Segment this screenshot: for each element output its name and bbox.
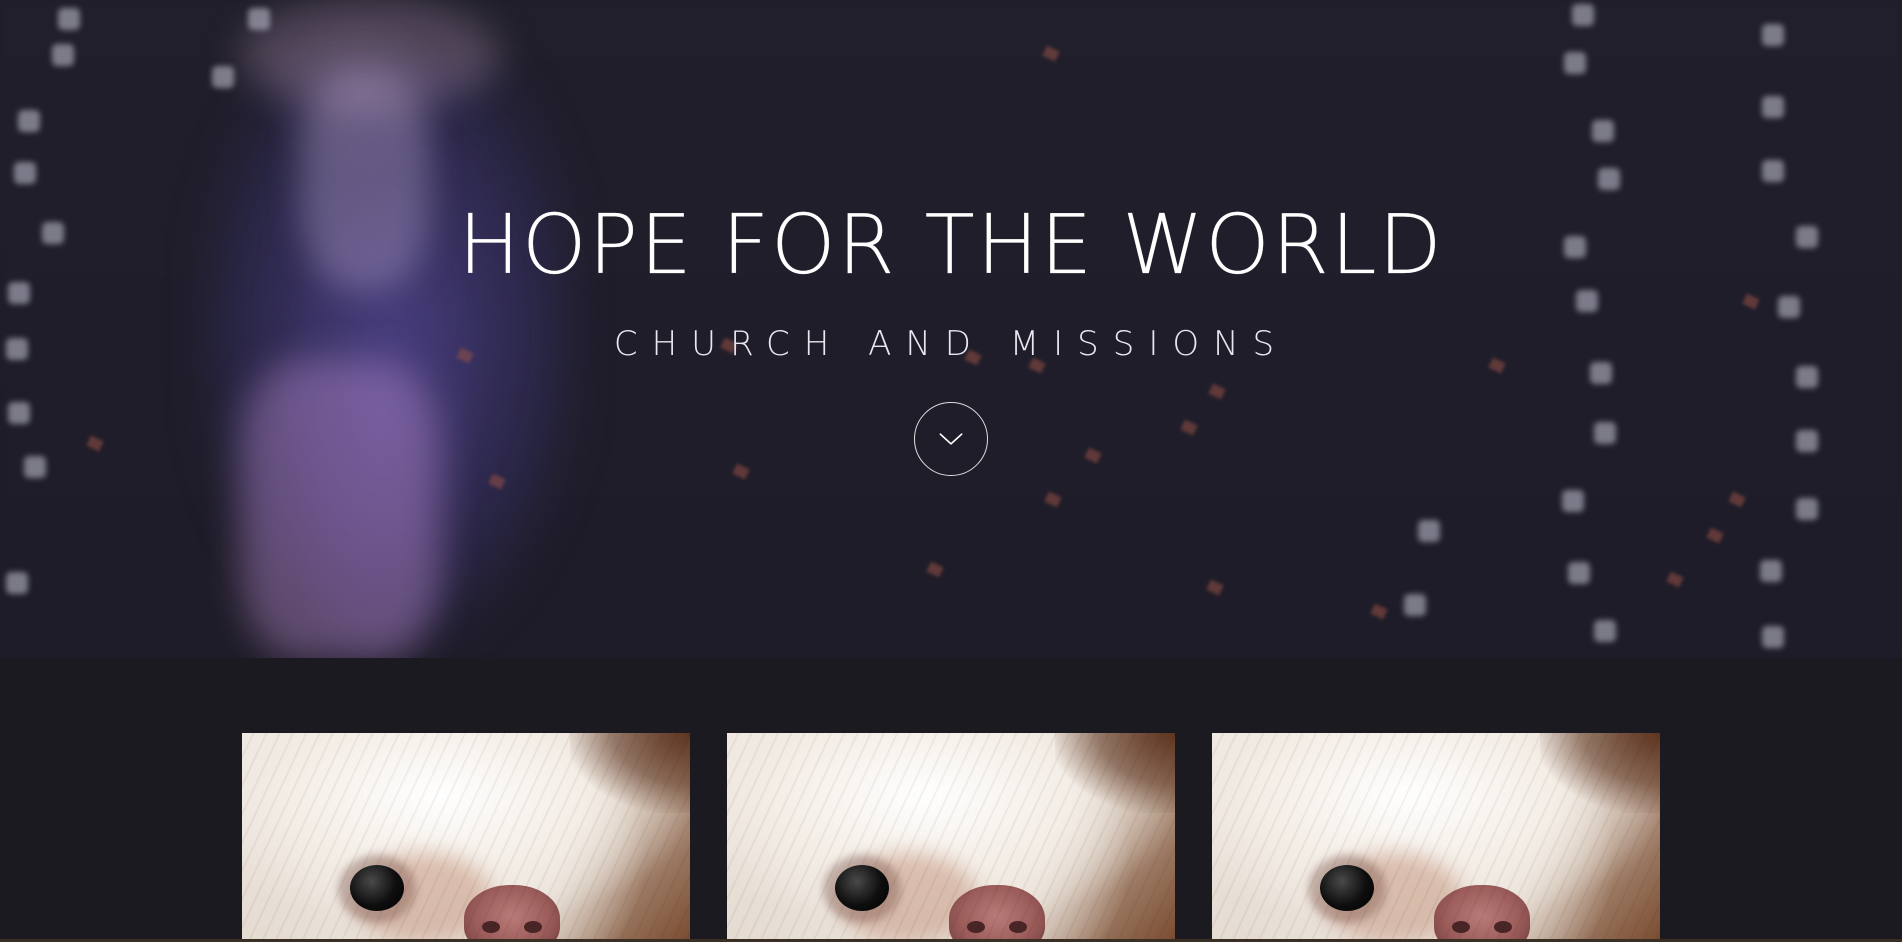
dog-hair-texture <box>242 733 690 942</box>
gallery-card[interactable] <box>1212 733 1660 942</box>
scroll-down-button[interactable] <box>914 402 988 476</box>
hero-subtitle: CHURCH AND MISSIONS <box>613 324 1289 364</box>
hero-content: HOPE FOR THE WORLD CHURCH AND MISSIONS <box>0 0 1902 658</box>
hero-title: HOPE FOR THE WORLD <box>458 198 1444 293</box>
chevron-down-icon <box>939 433 963 445</box>
hero-section: HOPE FOR THE WORLD CHURCH AND MISSIONS <box>0 0 1902 658</box>
dog-hair-texture <box>727 733 1175 942</box>
dog-hair-texture <box>1212 733 1660 942</box>
gallery-section <box>0 658 1902 942</box>
gallery-card[interactable] <box>727 733 1175 942</box>
gallery-card[interactable] <box>242 733 690 942</box>
